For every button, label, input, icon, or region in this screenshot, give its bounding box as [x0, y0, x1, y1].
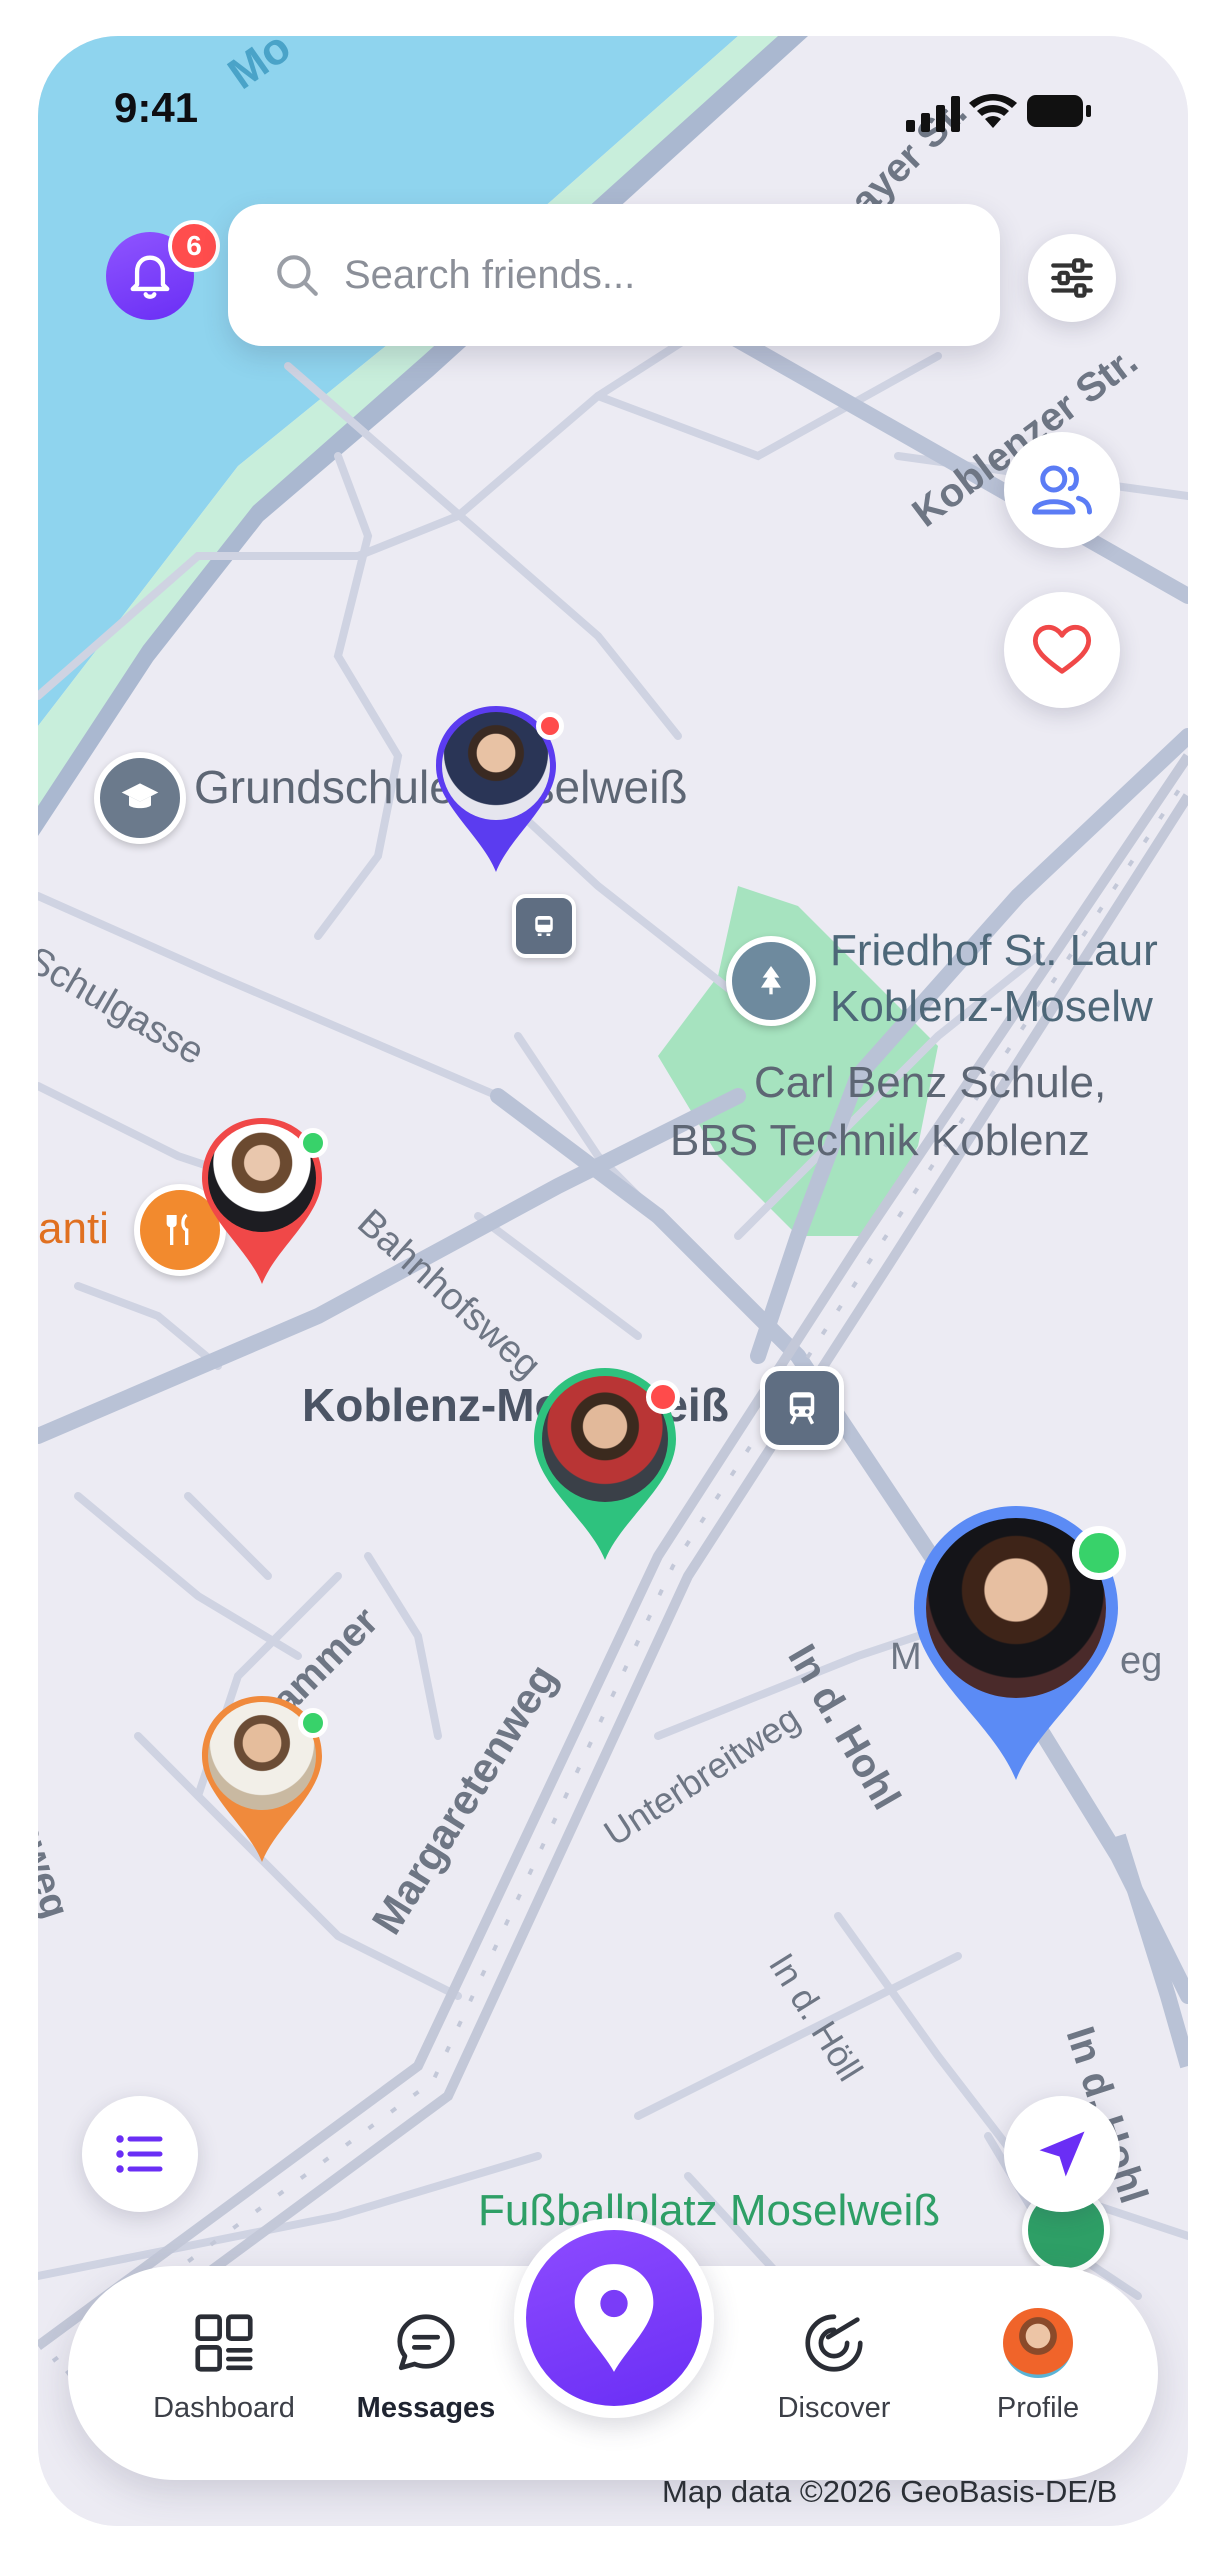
status-dot-busy	[646, 1380, 680, 1414]
nav-label-messages: Messages	[356, 2392, 496, 2424]
navigation-arrow-icon	[1039, 2131, 1085, 2177]
friend-pin-1[interactable]	[432, 704, 564, 874]
list-view-button[interactable]	[82, 2096, 198, 2212]
notification-badge: 6	[168, 220, 220, 272]
nav-label-discover: Discover	[777, 2392, 891, 2424]
nav-item-messages[interactable]: Messages	[336, 2308, 516, 2425]
phone-screen: Mo ayer St. Koblenzer Str. Schulgasse Ba…	[38, 36, 1188, 2526]
train-station-icon[interactable]	[760, 1366, 844, 1450]
nav-item-discover[interactable]: Discover	[744, 2308, 924, 2425]
bus-stop-icon[interactable]	[512, 894, 576, 958]
school-poi-icon[interactable]	[94, 752, 186, 844]
dashboard-icon	[195, 2314, 253, 2372]
chat-icon	[397, 2314, 455, 2371]
favorites-button[interactable]	[1004, 592, 1120, 708]
friend-pin-5[interactable]	[910, 1504, 1126, 1782]
place-label-cemetery-1: Friedhof St. Laur	[830, 926, 1158, 975]
nav-label-dashboard: Dashboard	[153, 2392, 295, 2424]
friend-pin-2[interactable]	[198, 1116, 328, 1286]
place-label-football: Fußballplatz Moselweiß	[478, 2186, 941, 2235]
status-dot-online	[298, 1128, 328, 1158]
nav-item-dashboard[interactable]: Dashboard	[134, 2308, 314, 2425]
search-bar[interactable]	[228, 204, 1000, 346]
signal-icon	[906, 96, 964, 137]
users-icon	[1032, 465, 1092, 515]
cemetery-poi-icon[interactable]	[726, 936, 816, 1026]
status-dot-busy	[536, 712, 564, 740]
heart-icon	[1032, 624, 1092, 674]
friend-avatar-1	[442, 712, 550, 820]
friend-pin-3[interactable]	[530, 1366, 680, 1562]
status-dot-online	[298, 1708, 328, 1738]
nav-item-profile[interactable]: Profile	[948, 2308, 1128, 2425]
profile-avatar	[1003, 2308, 1073, 2378]
friends-button[interactable]	[1004, 432, 1120, 548]
my-location-button[interactable]	[514, 2218, 714, 2418]
map-credit: Map data ©2026 GeoBasis-DE/B	[662, 2474, 1118, 2509]
street-label-weg-right: eg	[1120, 1640, 1163, 1682]
status-dot-online	[1072, 1526, 1126, 1580]
place-label-restaurant: anti	[38, 1204, 109, 1253]
place-label-carlbenz-2: BBS Technik Koblenz	[670, 1116, 1090, 1165]
place-label-cemetery-2: Koblenz-Moselw	[830, 982, 1153, 1031]
status-time: 9:41	[114, 84, 199, 131]
nav-label-profile: Profile	[996, 2392, 1080, 2424]
wifi-icon	[968, 92, 1018, 137]
location-pin-icon	[574, 2264, 654, 2372]
search-input[interactable]	[342, 251, 906, 299]
battery-icon	[1026, 94, 1092, 133]
friend-pin-4[interactable]	[198, 1694, 328, 1864]
search-icon	[277, 255, 318, 296]
place-label-carlbenz-1: Carl Benz Schule,	[754, 1058, 1107, 1107]
filter-button[interactable]	[1028, 234, 1116, 322]
discover-icon	[805, 2314, 863, 2372]
sliders-icon	[1051, 258, 1093, 298]
location-fab-inner	[526, 2230, 702, 2406]
recenter-button[interactable]	[1004, 2096, 1120, 2212]
list-icon	[116, 2135, 163, 2173]
bell-icon	[130, 255, 170, 299]
